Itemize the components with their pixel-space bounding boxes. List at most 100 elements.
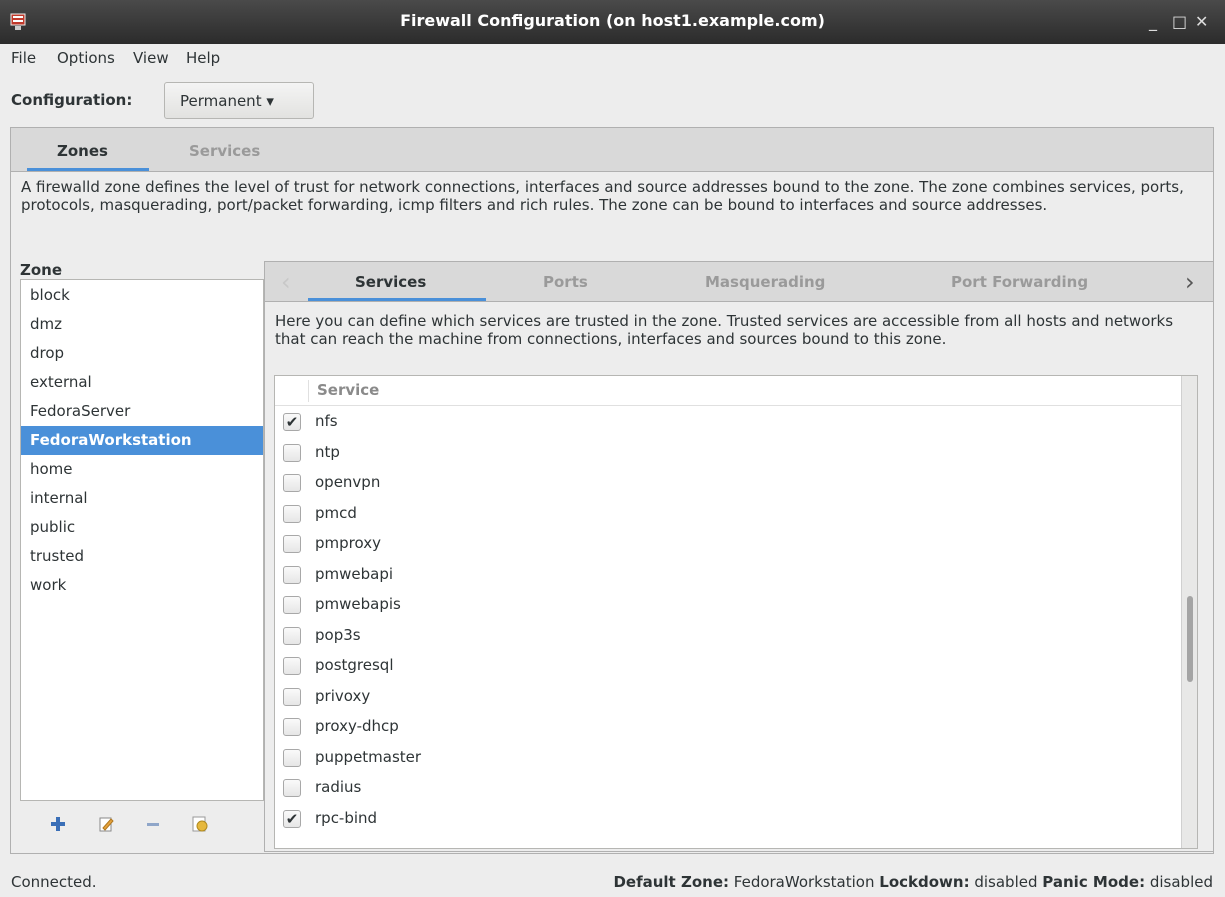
maximize-icon[interactable]: □ bbox=[1172, 12, 1187, 31]
menu-bar: File Options View Help bbox=[0, 44, 1225, 74]
table-row[interactable]: puppetmaster bbox=[275, 743, 1181, 773]
zone-item-fedoraworkstation[interactable]: FedoraWorkstation bbox=[21, 426, 263, 455]
table-row[interactable]: pop3s bbox=[275, 621, 1181, 651]
menu-options[interactable]: Options bbox=[57, 49, 115, 67]
tab-scroll-left-icon[interactable]: ‹ bbox=[281, 268, 291, 296]
tab-masquerading[interactable]: Masquerading bbox=[705, 273, 825, 291]
zone-item-public[interactable]: public bbox=[21, 513, 263, 542]
service-checkbox[interactable]: ✔ bbox=[283, 809, 301, 828]
status-bar: Connected. Default Zone: FedoraWorkstati… bbox=[0, 866, 1225, 897]
zone-item-drop[interactable]: drop bbox=[21, 339, 263, 368]
configuration-row: Configuration: Permanent ▾ bbox=[0, 74, 1225, 126]
minimize-icon[interactable]: _ bbox=[1149, 12, 1157, 31]
menu-view[interactable]: View bbox=[133, 49, 169, 67]
column-header-service[interactable]: Service bbox=[317, 381, 379, 399]
menu-file[interactable]: File bbox=[11, 49, 36, 67]
status-summary: Default Zone: FedoraWorkstation Lockdown… bbox=[613, 873, 1213, 891]
active-tab-indicator bbox=[27, 168, 149, 171]
zone-item-fedoraserver[interactable]: FedoraServer bbox=[21, 397, 263, 426]
default-zone-value: FedoraWorkstation bbox=[733, 873, 875, 891]
zone-item-trusted[interactable]: trusted bbox=[21, 542, 263, 571]
panic-mode-value: disabled bbox=[1149, 873, 1213, 891]
default-zone-label: Default Zone: bbox=[613, 873, 729, 891]
service-checkbox[interactable] bbox=[283, 474, 301, 492]
service-name: openvpn bbox=[315, 473, 381, 491]
table-row[interactable]: pmwebapi bbox=[275, 560, 1181, 590]
configuration-value: Permanent ▾ bbox=[180, 92, 274, 110]
add-zone-icon[interactable] bbox=[47, 813, 69, 835]
service-checkbox[interactable] bbox=[283, 565, 301, 584]
service-name: pop3s bbox=[315, 625, 361, 644]
connection-status: Connected. bbox=[11, 873, 97, 891]
service-name: nfs bbox=[315, 412, 338, 430]
zone-description: A firewalld zone defines the level of tr… bbox=[21, 178, 1184, 214]
tab-scroll-right-icon[interactable]: › bbox=[1185, 268, 1195, 296]
title-bar: Firewall Configuration (on host1.example… bbox=[0, 0, 1225, 44]
zone-toolbar bbox=[20, 805, 264, 845]
zone-settings-notebook: ‹ Services Ports Masquerading Port Forwa… bbox=[264, 261, 1214, 852]
zone-item-external[interactable]: external bbox=[21, 368, 263, 397]
inner-tab-strip: ‹ Services Ports Masquerading Port Forwa… bbox=[265, 262, 1213, 302]
service-name: pmwebapi bbox=[315, 564, 394, 583]
menu-help[interactable]: Help bbox=[186, 49, 220, 67]
zone-item-block[interactable]: block bbox=[21, 281, 263, 310]
tab-port-forwarding[interactable]: Port Forwarding bbox=[951, 273, 1088, 291]
zone-list-label: Zone bbox=[20, 261, 63, 279]
remove-zone-icon[interactable] bbox=[142, 813, 164, 835]
table-row[interactable]: proxy-dhcp bbox=[275, 712, 1181, 742]
window-title: Firewall Configuration (on host1.example… bbox=[400, 11, 825, 30]
service-name: pmproxy bbox=[315, 534, 381, 552]
configuration-label: Configuration: bbox=[11, 91, 133, 109]
service-checkbox[interactable] bbox=[283, 443, 301, 462]
load-defaults-icon[interactable] bbox=[189, 813, 211, 835]
edit-zone-icon[interactable] bbox=[95, 813, 117, 835]
close-icon[interactable]: ✕ bbox=[1195, 12, 1208, 31]
table-row[interactable]: privoxy bbox=[275, 682, 1181, 712]
service-name: radius bbox=[315, 778, 362, 796]
lockdown-value: disabled bbox=[974, 873, 1038, 891]
table-row[interactable]: postgresql bbox=[275, 651, 1181, 681]
zone-item-work[interactable]: work bbox=[21, 571, 263, 600]
services-table-header: Service bbox=[275, 376, 1181, 406]
table-row[interactable]: pmproxy bbox=[275, 529, 1181, 559]
service-name: ntp bbox=[315, 442, 340, 461]
service-checkbox[interactable] bbox=[283, 626, 301, 645]
services-table: Service ✔ nfs ntp openvpn pmcd pmproxy pmwebap… bbox=[274, 375, 1198, 849]
tab-ports[interactable]: Ports bbox=[543, 273, 588, 291]
zone-item-dmz[interactable]: dmz bbox=[21, 310, 263, 339]
table-row[interactable]: radius bbox=[275, 773, 1181, 803]
tab-services[interactable]: Services bbox=[189, 142, 260, 160]
services-scrollbar[interactable] bbox=[1181, 376, 1197, 848]
service-checkbox[interactable] bbox=[283, 687, 301, 706]
table-row[interactable]: ✔ rpc-bind bbox=[275, 804, 1181, 834]
service-checkbox[interactable] bbox=[283, 779, 301, 797]
zone-item-home[interactable]: home bbox=[21, 455, 263, 484]
configuration-combo[interactable]: Permanent ▾ bbox=[164, 82, 314, 119]
active-inner-tab-indicator bbox=[308, 298, 486, 301]
service-name: puppetmaster bbox=[315, 747, 422, 766]
table-row[interactable]: ntp bbox=[275, 438, 1181, 468]
tab-zone-services[interactable]: Services bbox=[355, 273, 426, 291]
lockdown-label: Lockdown: bbox=[879, 873, 970, 891]
table-row[interactable]: ✔ nfs bbox=[275, 407, 1181, 437]
table-row[interactable]: openvpn bbox=[275, 468, 1181, 498]
service-checkbox[interactable]: ✔ bbox=[283, 413, 301, 431]
service-checkbox[interactable] bbox=[283, 657, 301, 675]
zone-list: block dmz drop external FedoraServer Fed… bbox=[20, 279, 264, 801]
service-checkbox[interactable] bbox=[283, 748, 301, 767]
service-checkbox[interactable] bbox=[283, 718, 301, 736]
tab-zones[interactable]: Zones bbox=[57, 142, 108, 160]
table-row[interactable]: pmcd bbox=[275, 499, 1181, 529]
service-checkbox[interactable] bbox=[283, 504, 301, 523]
service-checkbox[interactable] bbox=[283, 535, 301, 553]
services-description: Here you can define which services are t… bbox=[275, 312, 1174, 348]
table-row[interactable]: pmwebapis bbox=[275, 590, 1181, 620]
service-name: privoxy bbox=[315, 686, 371, 705]
service-name: rpc-bind bbox=[315, 808, 378, 827]
main-tab-strip: Zones Services bbox=[11, 128, 1213, 172]
panic-mode-label: Panic Mode: bbox=[1042, 873, 1146, 891]
zone-item-internal[interactable]: internal bbox=[21, 484, 263, 513]
main-notebook: Zones Services A firewalld zone defines … bbox=[10, 127, 1214, 854]
service-checkbox[interactable] bbox=[283, 596, 301, 614]
scrollbar-thumb[interactable] bbox=[1187, 596, 1193, 682]
